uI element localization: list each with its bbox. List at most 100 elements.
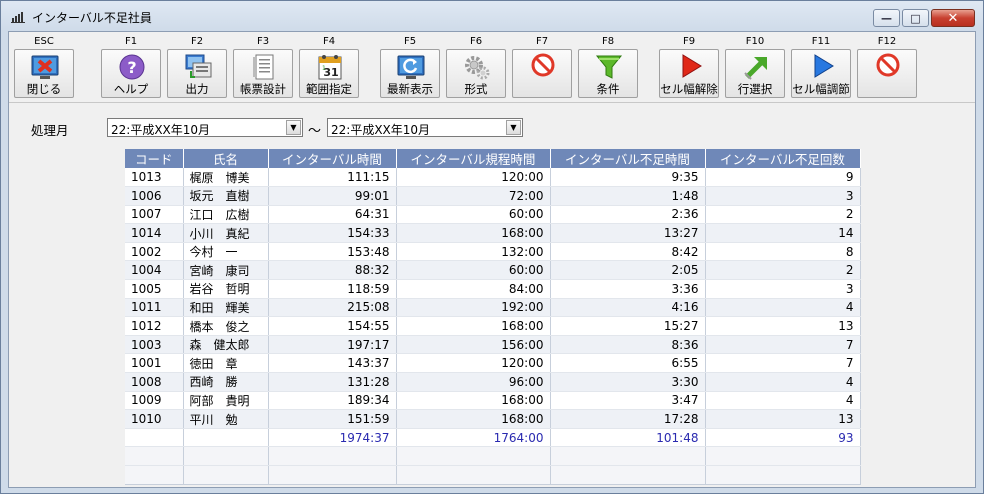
cell-interval-rule-time[interactable]: 168:00 <box>396 409 551 429</box>
cell-code[interactable]: 1011 <box>125 298 184 318</box>
empty-row[interactable] <box>125 465 861 485</box>
output-button[interactable]: 出力 <box>167 49 227 98</box>
empty-cell[interactable] <box>268 465 397 485</box>
cell-interval-rule-time[interactable]: 168:00 <box>396 223 551 243</box>
close-button[interactable]: ✕ <box>931 9 975 27</box>
table-row[interactable]: 1005 岩谷 哲明 118:59 84:00 3:36 3 <box>125 279 861 299</box>
cell-interval-shortage-count[interactable]: 8 <box>705 242 861 262</box>
close-form-button[interactable]: 閉じる <box>14 49 74 98</box>
cell-code[interactable]: 1013 <box>125 168 184 188</box>
cell-interval-rule-time[interactable]: 192:00 <box>396 298 551 318</box>
column-header-interval-shortage-time[interactable]: インターバル不足時間 <box>550 149 706 168</box>
cell-interval-shortage-time[interactable]: 17:28 <box>550 409 706 429</box>
cell-interval-time[interactable]: 154:55 <box>268 316 397 336</box>
f12-button[interactable] <box>857 49 917 98</box>
cell-name[interactable]: 坂元 直樹 <box>183 186 269 206</box>
cell-interval-time[interactable]: 197:17 <box>268 335 397 355</box>
cell-name[interactable]: 西崎 勝 <box>183 372 269 392</box>
cell-interval-shortage-count[interactable]: 2 <box>705 205 861 225</box>
cell-name[interactable]: 和田 輝美 <box>183 298 269 318</box>
period-from-select[interactable]: 22:平成XX年10月 ▼ <box>107 118 303 137</box>
cell-code[interactable]: 1002 <box>125 242 184 262</box>
empty-cell[interactable] <box>183 446 269 466</box>
empty-cell[interactable] <box>705 465 861 485</box>
cell-interval-shortage-time[interactable]: 8:42 <box>550 242 706 262</box>
cell-interval-rule-time[interactable]: 168:00 <box>396 316 551 336</box>
cell-interval-time[interactable]: 99:01 <box>268 186 397 206</box>
cell-interval-shortage-time[interactable]: 3:36 <box>550 279 706 299</box>
table-row[interactable]: 1009 阿部 貴明 189:34 168:00 3:47 4 <box>125 391 861 411</box>
cell-interval-shortage-time[interactable]: 3:30 <box>550 372 706 392</box>
cell-interval-shortage-time[interactable]: 15:27 <box>550 316 706 336</box>
empty-cell[interactable] <box>183 465 269 485</box>
cell-name[interactable]: 森 健太郎 <box>183 335 269 355</box>
cell-width-adjust-button[interactable]: セル幅調節 <box>791 49 851 98</box>
cell-code[interactable]: 1010 <box>125 409 184 429</box>
table-row[interactable]: 1010 平川 勉 151:59 168:00 17:28 13 <box>125 409 861 429</box>
cell-code[interactable]: 1004 <box>125 260 184 281</box>
column-header-code[interactable]: コード <box>125 149 184 168</box>
cell-interval-rule-time[interactable]: 156:00 <box>396 335 551 355</box>
cell-interval-shortage-count[interactable]: 4 <box>705 298 861 318</box>
cell-name[interactable]: 阿部 貴明 <box>183 391 269 411</box>
column-header-interval-rule-time[interactable]: インターバル規程時間 <box>396 149 551 168</box>
cell-interval-shortage-count[interactable]: 14 <box>705 223 861 243</box>
cell-name[interactable]: 平川 勉 <box>183 409 269 429</box>
cell-code[interactable]: 1006 <box>125 186 184 206</box>
minimize-button[interactable]: — <box>873 9 900 27</box>
cell-interval-rule-time[interactable]: 72:00 <box>396 186 551 206</box>
cell-code[interactable]: 1005 <box>125 279 184 299</box>
cell-interval-shortage-count[interactable]: 2 <box>705 260 861 281</box>
cell-name[interactable]: 宮崎 康司 <box>183 260 269 281</box>
cell-code[interactable]: 1003 <box>125 335 184 355</box>
table-row[interactable]: 1008 西崎 勝 131:28 96:00 3:30 4 <box>125 372 861 392</box>
cell-interval-rule-time[interactable]: 168:00 <box>396 391 551 411</box>
cell-code[interactable]: 1007 <box>125 205 184 225</box>
cell-interval-time[interactable]: 151:59 <box>268 409 397 429</box>
empty-cell[interactable] <box>550 446 706 466</box>
cell-code[interactable]: 1009 <box>125 391 184 411</box>
cell-interval-shortage-count[interactable]: 4 <box>705 391 861 411</box>
table-row[interactable]: 1002 今村 一 153:48 132:00 8:42 8 <box>125 242 861 262</box>
cell-interval-time[interactable]: 215:08 <box>268 298 397 318</box>
cell-interval-time[interactable]: 111:15 <box>268 168 397 188</box>
dropdown-arrow-icon[interactable]: ▼ <box>286 120 301 135</box>
table-row[interactable]: 1012 橋本 俊之 154:55 168:00 15:27 13 <box>125 316 861 336</box>
cell-interval-rule-time[interactable]: 120:00 <box>396 168 551 188</box>
cell-interval-shortage-count[interactable]: 9 <box>705 168 861 188</box>
empty-cell[interactable] <box>125 465 184 485</box>
cell-interval-shortage-time[interactable]: 2:36 <box>550 205 706 225</box>
cell-code[interactable]: 1014 <box>125 223 184 243</box>
cell-code[interactable]: 1008 <box>125 372 184 392</box>
cell-interval-shortage-time[interactable]: 6:55 <box>550 353 706 374</box>
condition-button[interactable]: 条件 <box>578 49 638 98</box>
cell-interval-shortage-time[interactable]: 1:48 <box>550 186 706 206</box>
cell-name[interactable]: 橋本 俊之 <box>183 316 269 336</box>
cell-interval-shortage-count[interactable]: 4 <box>705 372 861 392</box>
empty-cell[interactable] <box>125 446 184 466</box>
cell-interval-shortage-count[interactable]: 7 <box>705 353 861 374</box>
help-button[interactable]: ? ヘルプ <box>101 49 161 98</box>
range-select-button[interactable]: 31 1 範囲指定 <box>299 49 359 98</box>
table-row[interactable]: 1006 坂元 直樹 99:01 72:00 1:48 3 <box>125 186 861 206</box>
empty-cell[interactable] <box>268 446 397 466</box>
cell-interval-rule-time[interactable]: 84:00 <box>396 279 551 299</box>
cell-interval-shortage-count[interactable]: 7 <box>705 335 861 355</box>
cell-name[interactable]: 徳田 章 <box>183 353 269 374</box>
cell-interval-shortage-time[interactable]: 2:05 <box>550 260 706 281</box>
cell-width-reset-button[interactable]: セル幅解除 <box>659 49 719 98</box>
cell-name[interactable]: 今村 一 <box>183 242 269 262</box>
column-header-interval-time[interactable]: インターバル時間 <box>268 149 397 168</box>
empty-cell[interactable] <box>396 465 551 485</box>
cell-interval-rule-time[interactable]: 96:00 <box>396 372 551 392</box>
maximize-button[interactable]: □ <box>902 9 929 27</box>
dropdown-arrow-icon[interactable]: ▼ <box>506 120 521 135</box>
cell-interval-shortage-count[interactable]: 3 <box>705 186 861 206</box>
cell-interval-time[interactable]: 64:31 <box>268 205 397 225</box>
empty-row[interactable] <box>125 446 861 466</box>
cell-code[interactable]: 1001 <box>125 353 184 374</box>
cell-interval-time[interactable]: 88:32 <box>268 260 397 281</box>
cell-interval-time[interactable]: 118:59 <box>268 279 397 299</box>
table-row[interactable]: 1011 和田 輝美 215:08 192:00 4:16 4 <box>125 298 861 318</box>
title-bar[interactable]: インターバル不足社員 — □ ✕ <box>1 1 983 31</box>
